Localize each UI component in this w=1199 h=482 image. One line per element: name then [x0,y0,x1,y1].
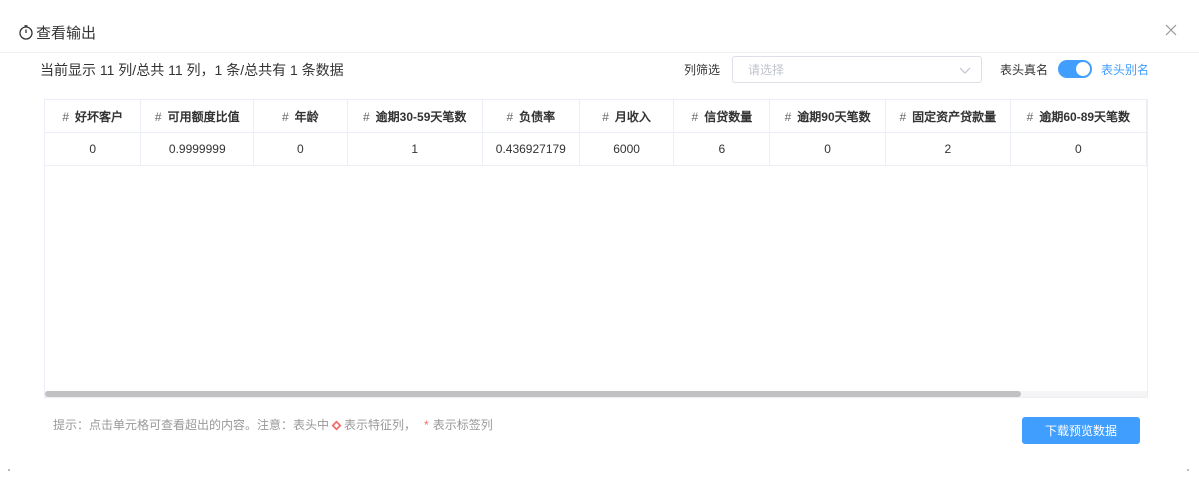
table-cell[interactable]: 0 [1010,132,1147,166]
numeric-type-icon: # [154,109,162,124]
column-header[interactable]: # 逾期90天笔数 [769,100,886,133]
feature-column-icon [331,420,342,430]
timer-icon [19,25,33,40]
horizontal-scrollbar[interactable] [45,391,1147,397]
column-header[interactable]: # 逾期60-89天笔数 [1010,100,1147,133]
header-name-toggle[interactable] [1058,60,1092,78]
table-cell[interactable]: 6000 [579,132,675,166]
close-icon[interactable] [1163,22,1179,38]
dialog-title-text: 查看输出 [36,24,97,42]
table-cell[interactable]: 6 [673,132,771,166]
column-header-label: 月收入 [614,109,651,124]
numeric-type-icon: # [506,109,514,124]
header-real-name-label: 表头真名 [1000,63,1049,77]
table-row: 0 0.9999999 0 1 0.436927179 6000 6 0 2 0 [45,132,1147,166]
column-header[interactable]: # 月收入 [579,100,675,133]
numeric-type-icon: # [62,109,70,124]
column-header[interactable]: # 信贷数量 [673,100,771,133]
column-header-label: 信贷数量 [704,109,753,124]
data-summary: 当前显示 11 列/总共 11 列，1 条/总共有 1 条数据 [40,62,344,78]
column-header[interactable]: # 可用额度比值 [140,100,255,133]
numeric-type-icon: # [362,109,370,124]
table-cell[interactable]: 0 [769,132,886,166]
column-filter-label: 列筛选 [684,63,721,77]
table-cell[interactable]: 2 [885,132,1011,166]
footer-hint: 提示：点击单元格可查看超出的内容。注意：表头中 表示特征列， * 表示标签列 [53,418,493,432]
column-header-label: 逾期30-59天笔数 [375,109,467,124]
title-divider [0,52,1199,53]
column-header[interactable]: # 好坏客户 [45,100,142,133]
hint-prefix: 提示：点击单元格可查看超出的内容。注意：表头中 [53,418,330,432]
scrollbar-thumb[interactable] [45,391,1021,397]
numeric-type-icon: # [281,109,289,124]
table-cell[interactable]: 1 [347,132,483,166]
column-filter-placeholder: 请选择 [748,63,785,77]
column-header[interactable]: # 逾期30-59天笔数 [347,100,483,133]
label-column-star: * [424,418,429,432]
numeric-type-icon: # [602,109,609,124]
column-header-label: 好坏客户 [75,109,124,124]
download-preview-button[interactable]: 下载预览数据 [1022,417,1140,444]
column-header-label: 固定资产贷款量 [912,109,997,124]
column-header-label: 可用额度比值 [167,109,240,124]
column-header-label: 逾期60-89天笔数 [1039,109,1131,124]
dialog-title: 查看输出 [18,20,96,44]
column-header[interactable]: # 固定资产贷款量 [885,100,1011,133]
table-cell[interactable]: 0.436927179 [482,132,580,166]
column-header[interactable]: # 负债率 [482,100,580,133]
hint-feature: 表示特征列， [344,418,417,432]
numeric-type-icon: # [691,109,699,124]
corner-mark [8,469,10,471]
column-header-label: 负债率 [519,109,556,124]
column-header[interactable]: # 年龄 [253,100,348,133]
numeric-type-icon: # [899,109,907,124]
toggle-knob [1076,62,1090,76]
numeric-type-icon: # [1026,109,1034,124]
table-cell[interactable]: 0 [45,132,142,166]
column-filter-select[interactable]: 请选择 [732,56,982,83]
table-cell[interactable]: 0 [253,132,348,166]
column-header-label: 逾期90天笔数 [797,109,871,124]
corner-mark [1187,469,1189,471]
numeric-type-icon: # [784,109,792,124]
table-cell[interactable]: 0.9999999 [140,132,255,166]
header-alias-label: 表头别名 [1101,63,1150,77]
data-table: # 好坏客户 # 可用额度比值 # 年龄 # 逾期30-59天笔数 # 负债率 # 月收入 # 信贷数量 #… [44,99,1148,398]
column-header-label: 年龄 [294,109,319,124]
hint-label: 表示标签列 [432,418,493,432]
chevron-down-icon [959,67,971,74]
